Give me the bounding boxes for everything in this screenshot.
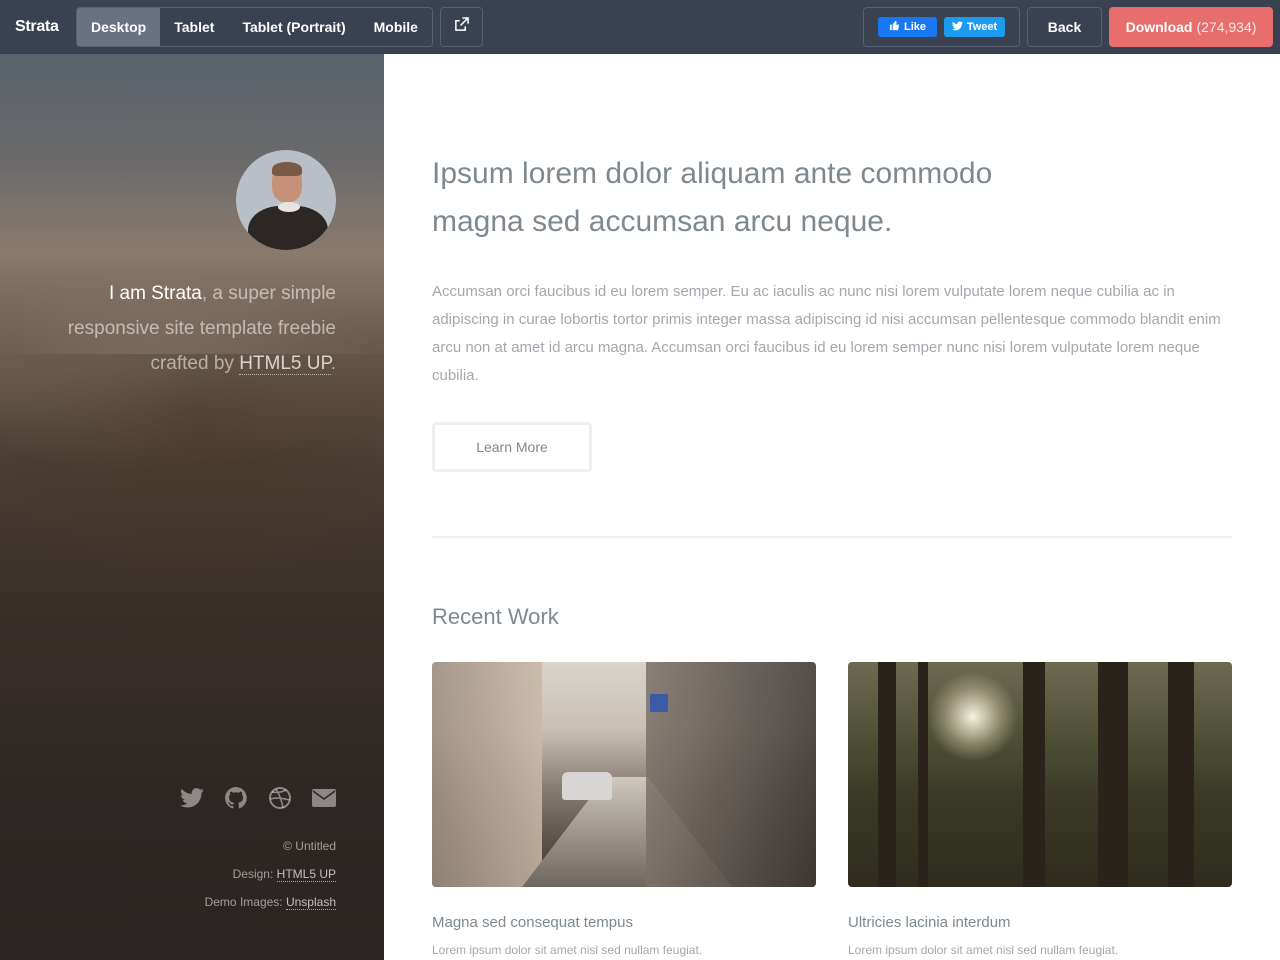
page-headline: Ipsum lorem dolor aliquam ante commodo m… — [432, 150, 1052, 246]
avatar-hair — [272, 162, 302, 176]
open-external-button[interactable] — [439, 7, 483, 47]
intro-paragraph: Accumsan orci faucibus id eu lorem sempe… — [432, 283, 1221, 384]
device-desktop-button[interactable]: Desktop — [77, 8, 161, 46]
work-title: Ultricies lacinia interdum — [848, 914, 1011, 931]
dribbble-icon[interactable] — [268, 786, 292, 810]
work-description: Lorem ipsum dolor sit amet nisl sed null… — [432, 943, 703, 957]
work-thumbnail-city-street[interactable] — [432, 662, 816, 887]
design-label: Design: — [232, 867, 277, 881]
avatar-body — [248, 206, 328, 250]
device-mobile-button[interactable]: Mobile — [360, 8, 432, 46]
images-credit: Demo Images: Unsplash — [40, 888, 336, 916]
github-icon[interactable] — [224, 786, 248, 810]
copyright-text: © Untitled — [283, 839, 336, 853]
learn-more-button[interactable]: Learn More — [432, 422, 592, 472]
thumb-trunk — [1023, 662, 1045, 887]
thumb-car — [562, 772, 612, 800]
work-card: Ultricies lacinia interdum Lorem ipsum d… — [848, 662, 1232, 957]
html5up-link[interactable]: HTML5 UP — [239, 353, 331, 375]
social-icons — [180, 786, 336, 810]
envelope-icon[interactable] — [312, 789, 336, 807]
download-count: (274,934) — [1196, 19, 1257, 35]
back-button[interactable]: Back — [1027, 7, 1102, 47]
external-link-icon — [454, 17, 469, 37]
headline-line-1: Ipsum lorem dolor aliquam ante commodo — [432, 157, 993, 190]
device-tablet-portrait-button[interactable]: Tablet (Portrait) — [228, 8, 359, 46]
section-divider — [432, 536, 1232, 538]
work-card: Magna sed consequat tempus Lorem ipsum d… — [432, 662, 816, 957]
sidebar-footer: © Untitled Design: HTML5 UP Demo Images:… — [40, 832, 336, 916]
thumb-trunk — [918, 662, 928, 887]
thumb-parking-sign — [650, 694, 668, 712]
background-hill — [0, 354, 384, 614]
twitter-icon[interactable] — [180, 788, 204, 808]
thumbs-up-icon — [889, 20, 900, 34]
tweet-label: Tweet — [966, 21, 998, 33]
recent-work-title: Recent Work — [432, 604, 559, 629]
intro-end: . — [330, 353, 336, 374]
social-share-group: Like Tweet — [863, 7, 1020, 47]
main-content: Ipsum lorem dolor aliquam ante commodo m… — [384, 54, 1280, 960]
images-link[interactable]: Unsplash — [285, 895, 336, 910]
twitter-bird-icon — [951, 20, 963, 34]
device-switcher: Desktop Tablet Tablet (Portrait) Mobile — [76, 7, 433, 47]
preview-toolbar: Strata Desktop Tablet Tablet (Portrait) … — [0, 0, 1280, 54]
thumb-building-left — [432, 662, 542, 887]
intro-strong: I am Strata — [108, 283, 202, 304]
avatar-collar — [278, 202, 300, 212]
header-sidebar: I am Strata, a super simple responsive s… — [0, 54, 384, 960]
thumb-trunk — [1098, 662, 1128, 887]
tweet-button[interactable]: Tweet — [944, 17, 1005, 37]
thumb-trunk — [1168, 662, 1194, 887]
intro-text: I am Strata, a super simple responsive s… — [40, 276, 336, 381]
work-description: Lorem ipsum dolor sit amet nisl sed null… — [848, 943, 1119, 957]
avatar[interactable] — [236, 150, 336, 250]
design-credit: Design: HTML5 UP — [40, 860, 336, 888]
facebook-like-label: Like — [903, 21, 926, 33]
thumb-building-right — [646, 662, 816, 887]
work-thumbnail-forest[interactable] — [848, 662, 1232, 887]
brand-title[interactable]: Strata — [0, 18, 76, 36]
device-tablet-button[interactable]: Tablet — [160, 8, 228, 46]
facebook-like-button[interactable]: Like — [878, 17, 937, 37]
thumb-sun — [928, 672, 1018, 762]
thumb-trunk — [878, 662, 896, 887]
images-label: Demo Images: — [204, 895, 286, 909]
download-button[interactable]: Download (274,934) — [1109, 7, 1273, 47]
work-title: Magna sed consequat tempus — [432, 914, 633, 931]
headline-line-2: magna sed accumsan arcu neque. — [432, 205, 893, 238]
design-link[interactable]: HTML5 UP — [276, 867, 336, 882]
download-label: Download — [1125, 19, 1193, 35]
